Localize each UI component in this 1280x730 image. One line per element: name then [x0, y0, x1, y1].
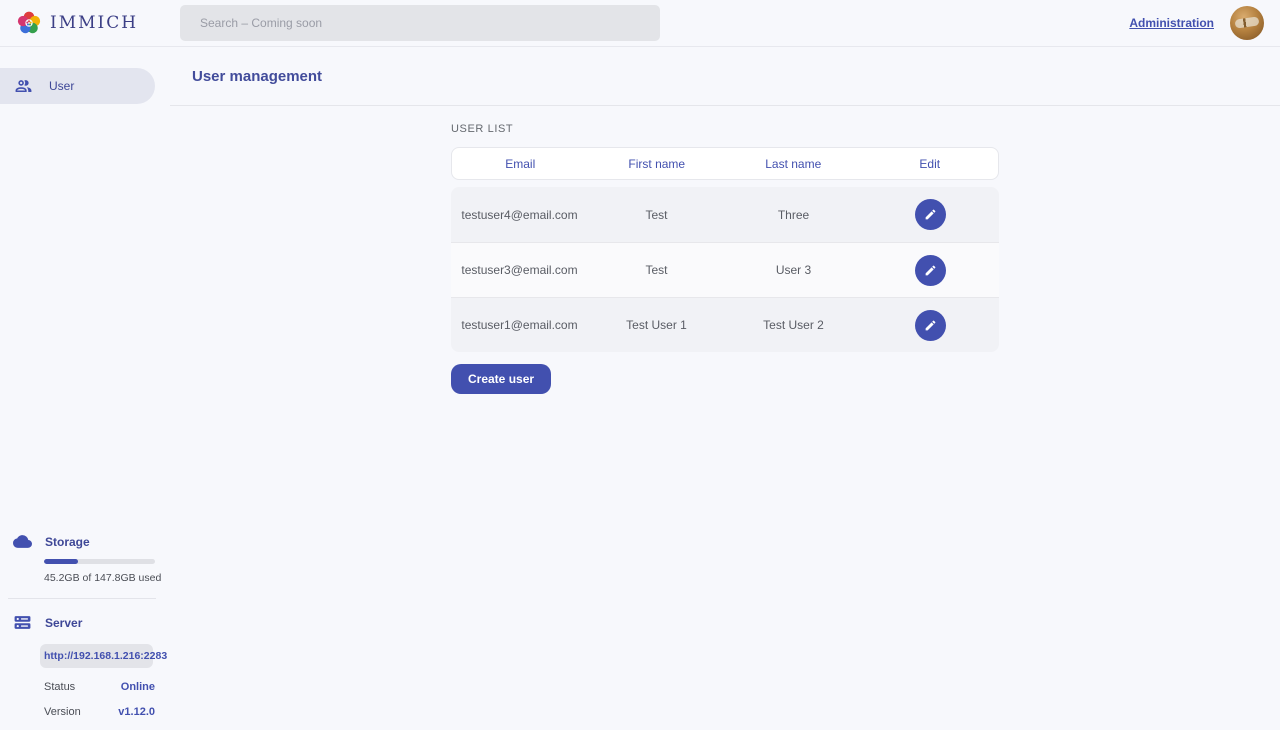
column-header-last-name: Last name — [725, 157, 862, 171]
page-title: User management — [192, 68, 322, 85]
edit-user-button[interactable] — [915, 310, 946, 341]
content-main: USER LIST Email First name Last name Edi… — [170, 106, 1280, 394]
user-list-label: USER LIST — [451, 123, 999, 135]
edit-user-button[interactable] — [915, 199, 946, 230]
column-header-email: Email — [452, 157, 589, 171]
sidebar-bottom: Storage 45.2GB of 147.8GB used — [0, 532, 170, 718]
server-url-badge: http://192.168.1.216:2283 — [40, 644, 153, 668]
cell-email: testuser3@email.com — [451, 263, 588, 277]
storage-widget: Storage 45.2GB of 147.8GB used — [0, 532, 170, 584]
server-title: Server — [45, 616, 82, 630]
cell-last-name: Test User 2 — [725, 318, 862, 332]
content: User management USER LIST Email First na… — [170, 47, 1280, 730]
cell-last-name: User 3 — [725, 263, 862, 277]
server-widget: Server http://192.168.1.216:2283 Status … — [0, 613, 170, 718]
cell-first-name: Test User 1 — [588, 318, 725, 332]
content-header: User management — [170, 47, 1280, 106]
users-icon — [14, 77, 33, 96]
storage-title: Storage — [45, 535, 90, 549]
top-bar: IMMICH Administration — [0, 0, 1280, 47]
sidebar: User Storage 45.2GB of 147.8GB used — [0, 47, 170, 730]
administration-link[interactable]: Administration — [1129, 16, 1214, 30]
search-input[interactable] — [180, 5, 660, 41]
sidebar-item-label: User — [49, 79, 74, 93]
column-header-first-name: First name — [589, 157, 726, 171]
server-version-row: Version v1.12.0 — [44, 706, 155, 718]
app-title: IMMICH — [50, 13, 138, 33]
table-row: testuser3@email.com Test User 3 — [451, 242, 999, 297]
user-avatar[interactable] — [1230, 6, 1264, 40]
cell-email: testuser1@email.com — [451, 318, 588, 332]
cloud-icon — [13, 532, 32, 551]
brand[interactable]: IMMICH — [0, 10, 180, 36]
cell-email: testuser4@email.com — [451, 208, 588, 222]
edit-user-button[interactable] — [915, 255, 946, 286]
cell-first-name: Test — [588, 263, 725, 277]
pencil-icon — [924, 319, 937, 332]
user-table: testuser4@email.com Test Three — [451, 187, 999, 352]
cell-last-name: Three — [725, 208, 862, 222]
cell-first-name: Test — [588, 208, 725, 222]
table-row: testuser4@email.com Test Three — [451, 187, 999, 242]
storage-progress-fill — [44, 559, 78, 564]
user-table-header: Email First name Last name Edit — [451, 147, 999, 180]
sidebar-divider — [8, 598, 156, 599]
server-icon — [13, 613, 32, 632]
topbar-right: Administration — [1129, 6, 1280, 40]
storage-progress — [44, 559, 155, 564]
column-header-edit: Edit — [862, 157, 999, 171]
pencil-icon — [924, 208, 937, 221]
immich-logo-icon — [16, 10, 42, 36]
sidebar-item-user[interactable]: User — [0, 68, 155, 104]
pencil-icon — [924, 264, 937, 277]
table-row: testuser1@email.com Test User 1 Test Use… — [451, 297, 999, 352]
status-value: Online — [121, 681, 155, 693]
server-status-row: Status Online — [44, 681, 155, 693]
version-value: v1.12.0 — [118, 706, 155, 718]
storage-usage-text: 45.2GB of 147.8GB used — [44, 572, 170, 584]
search-bar — [180, 5, 660, 41]
status-label: Status — [44, 681, 75, 693]
create-user-button[interactable]: Create user — [451, 364, 551, 394]
version-label: Version — [44, 706, 81, 718]
